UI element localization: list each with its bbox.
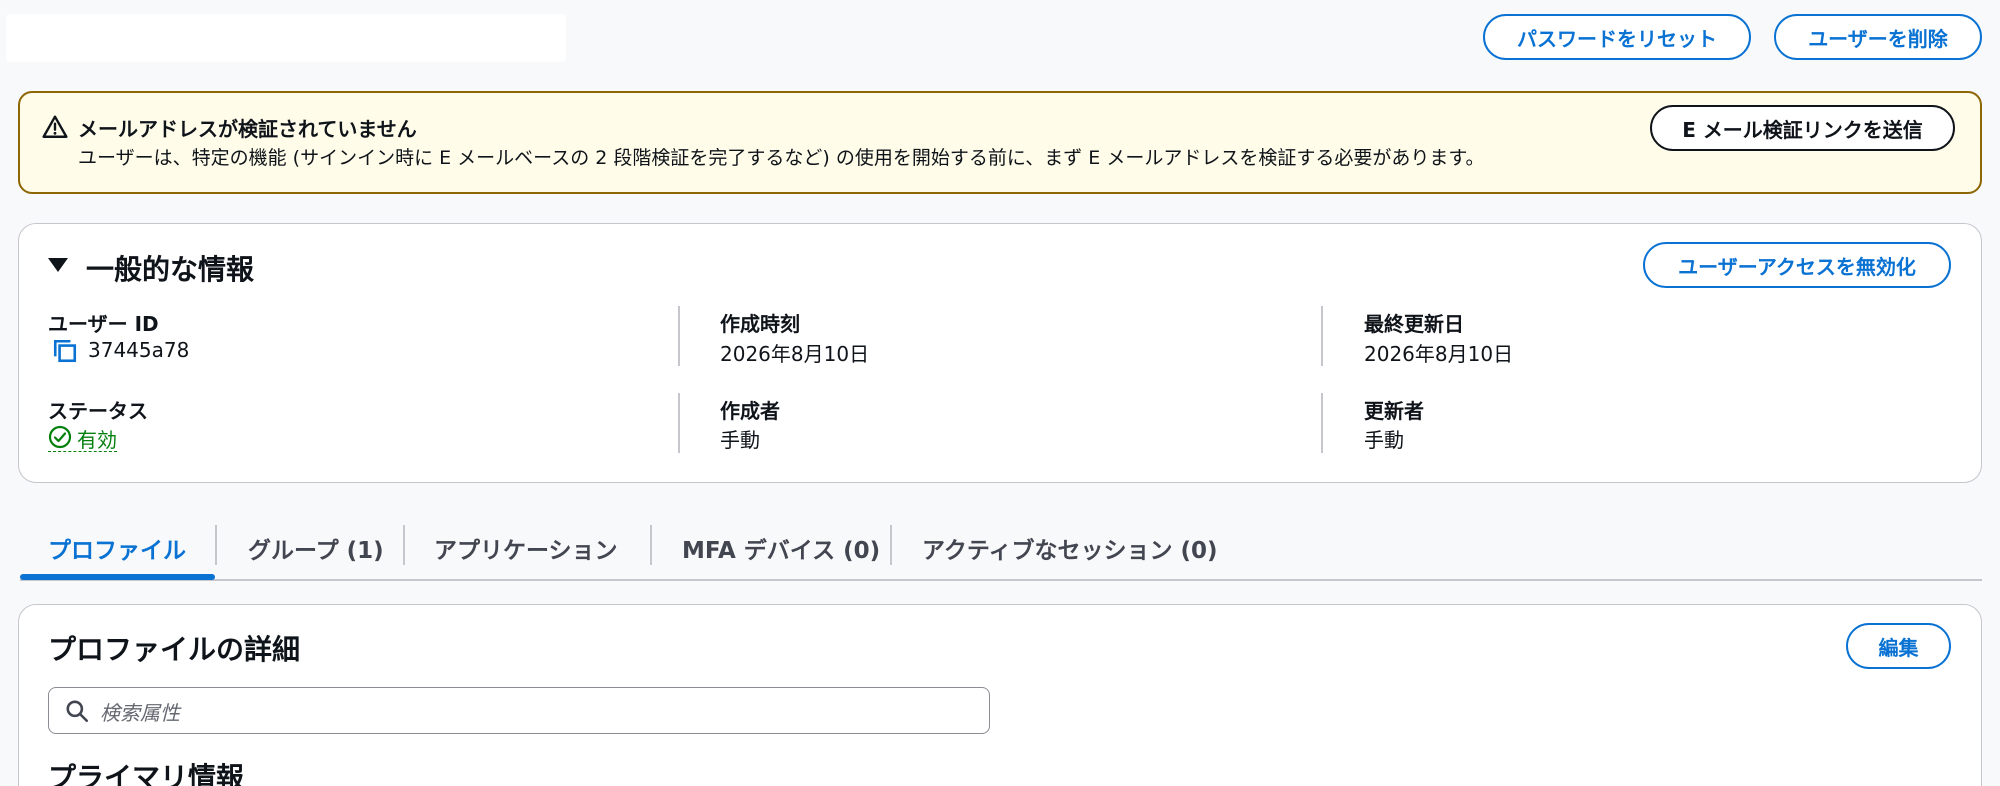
banner-message: ユーザーは、特定の機能 (サインイン時に E メールベースの 2 段階検証を完了…: [78, 147, 1485, 169]
profile-details-title: プロファイルの詳細: [48, 633, 301, 666]
search-attributes-input[interactable]: [48, 687, 990, 734]
status-label: ステータス: [48, 399, 148, 423]
collapse-caret-icon[interactable]: [48, 258, 68, 272]
edit-button[interactable]: 編集: [1846, 623, 1951, 669]
status-badge[interactable]: 有効: [77, 424, 117, 453]
tab-active-sessions[interactable]: アクティブなセッション (0): [922, 531, 1218, 565]
user-id-value: 37445a78: [88, 338, 190, 362]
created-at-label: 作成時刻: [720, 312, 800, 336]
tab-separator: [650, 525, 652, 565]
search-icon: [66, 700, 89, 723]
tab-applications[interactable]: アプリケーション: [434, 531, 618, 565]
active-tab-indicator: [20, 574, 215, 580]
user-id-label: ユーザー ID: [48, 312, 159, 336]
status-check-icon: [48, 425, 72, 449]
send-verification-link-button[interactable]: E メール検証リンクを送信: [1650, 105, 1955, 151]
reset-password-button[interactable]: パスワードをリセット: [1483, 14, 1751, 60]
updated-by-label: 更新者: [1364, 399, 1424, 423]
column-divider: [678, 306, 680, 366]
tab-separator: [403, 525, 405, 565]
delete-user-button[interactable]: ユーザーを削除: [1774, 14, 1982, 60]
disable-user-access-button[interactable]: ユーザーアクセスを無効化: [1643, 242, 1951, 288]
search-placeholder: 検索属性: [100, 701, 180, 725]
tabs-underline: [20, 579, 1982, 581]
tab-groups[interactable]: グループ (1): [248, 531, 384, 565]
tab-mfa-devices[interactable]: MFA デバイス (0): [682, 531, 880, 565]
created-by-value: 手動: [720, 428, 760, 452]
column-divider: [1321, 393, 1323, 453]
column-divider: [678, 393, 680, 453]
copy-icon[interactable]: [52, 338, 78, 364]
tab-profile[interactable]: プロファイル: [48, 531, 186, 565]
updated-at-label: 最終更新日: [1364, 312, 1464, 336]
general-info-title[interactable]: 一般的な情報: [86, 248, 254, 288]
banner-title: メールアドレスが検証されていません: [78, 117, 417, 141]
warning-icon: [42, 115, 68, 138]
status-underline: [48, 451, 117, 452]
primary-info-title: プライマリ情報: [48, 761, 245, 786]
created-at-value: 2026年8月10日: [720, 342, 870, 366]
column-divider: [1321, 306, 1323, 366]
updated-at-value: 2026年8月10日: [1364, 342, 1514, 366]
page-title-placeholder: [6, 14, 566, 62]
created-by-label: 作成者: [720, 399, 780, 423]
tab-separator: [215, 525, 217, 565]
updated-by-value: 手動: [1364, 428, 1404, 452]
tab-separator: [890, 525, 892, 565]
